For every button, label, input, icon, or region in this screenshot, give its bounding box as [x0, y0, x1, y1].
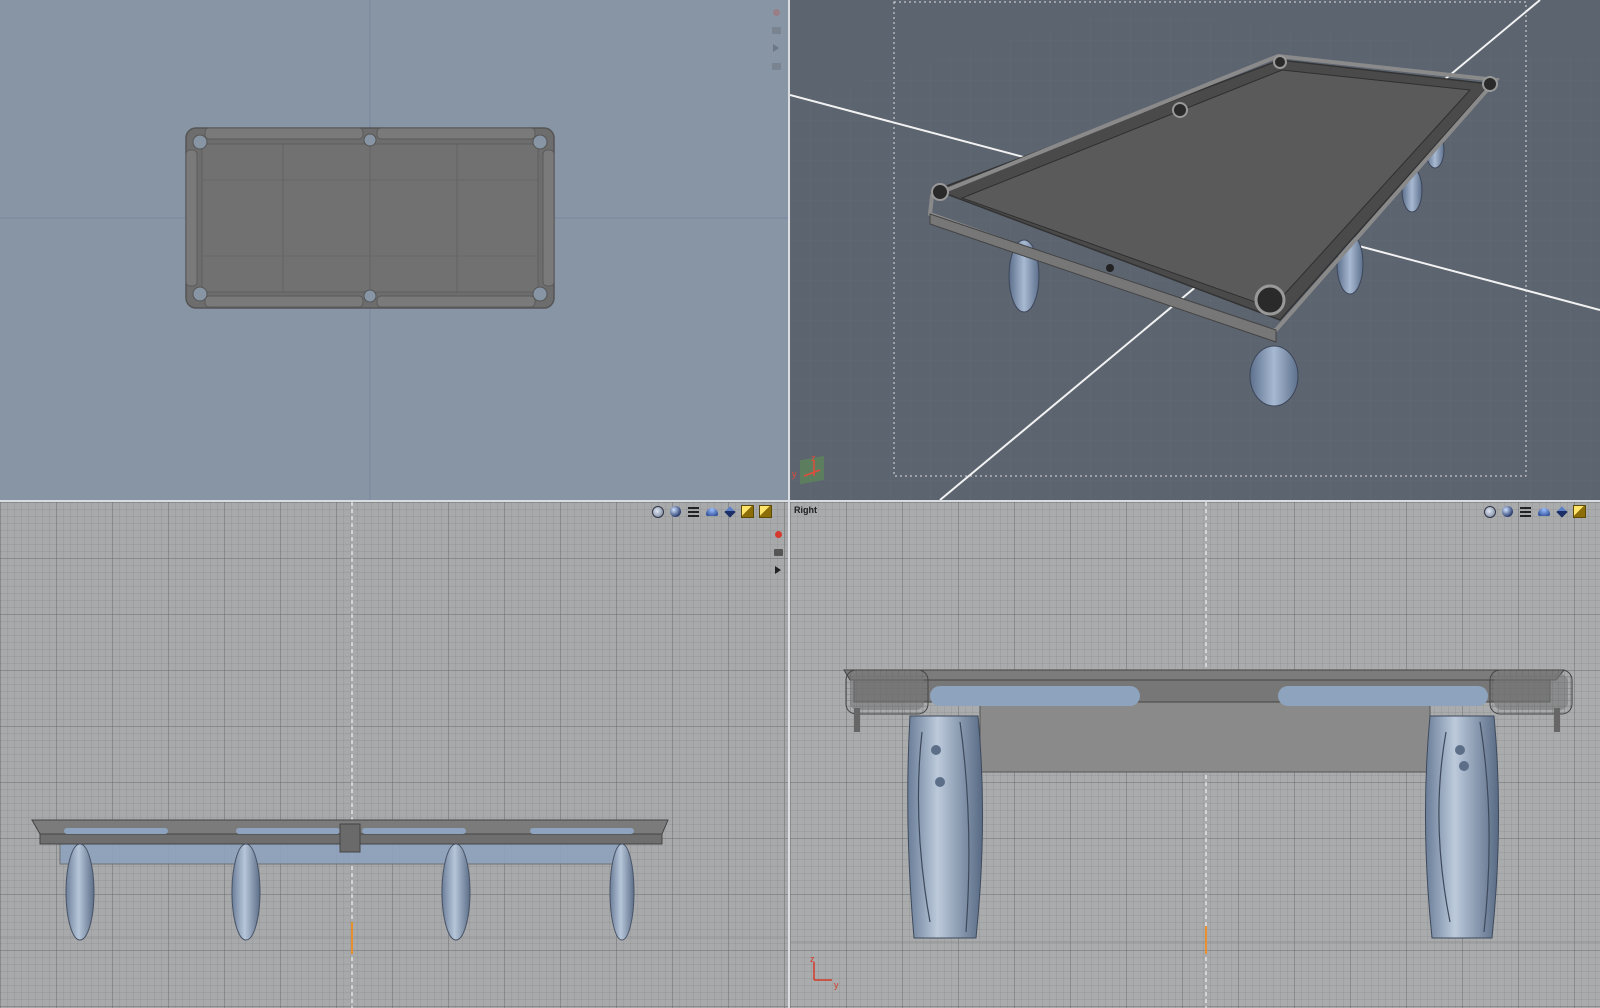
top-view-canvas [0, 0, 788, 500]
solid-cube-icon[interactable] [1554, 504, 1569, 519]
axis-gizmo: z y [810, 954, 839, 990]
display-options-icon[interactable] [1518, 504, 1533, 519]
perspective-canvas: y z [790, 0, 1600, 500]
wireframe-globe-icon[interactable] [1482, 504, 1497, 519]
layers-icon[interactable] [770, 60, 782, 72]
viewport-divider-horizontal[interactable] [0, 500, 1600, 502]
solid-cube-icon[interactable] [722, 504, 737, 519]
front-view-canvas [0, 502, 788, 1008]
lighting-icon[interactable] [704, 504, 719, 519]
wireframe-globe-icon[interactable] [650, 504, 665, 519]
shaded-sphere-icon[interactable] [1500, 504, 1515, 519]
front-viewport[interactable] [0, 502, 788, 1008]
top-viewport[interactable] [0, 0, 788, 500]
pool-table-top-view [185, 127, 555, 309]
display-options-icon[interactable] [686, 504, 701, 519]
axis-z-label: z [811, 453, 816, 463]
perspective-viewport[interactable]: y z [790, 0, 1600, 500]
play-arrow-icon[interactable] [770, 42, 782, 54]
pool-table-right-view [843, 669, 1573, 939]
right-viewport[interactable]: Right z y [790, 502, 1600, 1008]
viewport-divider-vertical[interactable] [788, 0, 790, 1008]
textured-cube-icon[interactable] [758, 504, 773, 519]
record-icon[interactable] [772, 528, 784, 540]
yellow-cube-icon[interactable] [740, 504, 755, 519]
pool-table-front-view [31, 819, 669, 941]
textured-cube-icon[interactable] [1572, 504, 1587, 519]
camera-icon[interactable] [772, 546, 784, 558]
axis-z-label: z [810, 954, 815, 964]
play-arrow-icon[interactable] [772, 564, 784, 576]
right-view-canvas: z y [790, 502, 1600, 1008]
camera-icon[interactable] [770, 24, 782, 36]
axis-y-label: y [792, 469, 797, 479]
lighting-icon[interactable] [1536, 504, 1551, 519]
axis-y-label: y [834, 980, 839, 990]
record-icon[interactable] [770, 6, 782, 18]
shaded-sphere-icon[interactable] [668, 504, 683, 519]
